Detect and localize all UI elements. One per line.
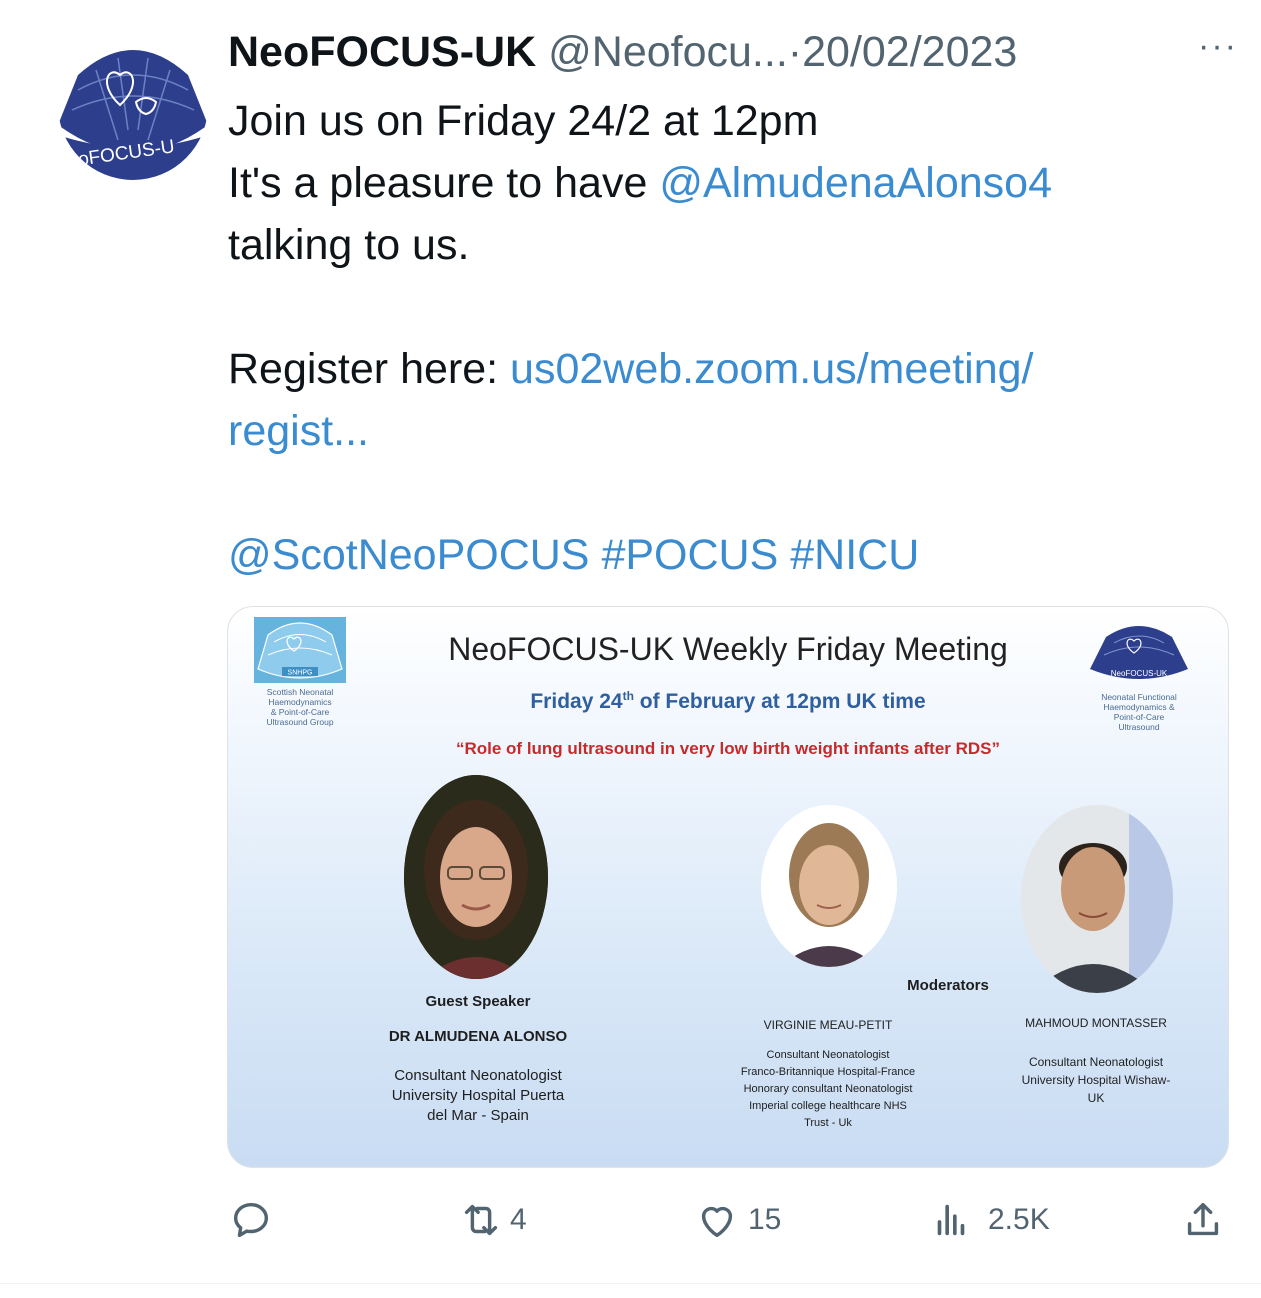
author-name[interactable]: NeoFOCUS-UK — [228, 28, 536, 76]
guest-speaker-label: Guest Speaker — [425, 993, 531, 1010]
guest-speaker-photo — [404, 775, 548, 979]
guest-line-3: del Mar - Spain — [427, 1107, 529, 1124]
moderator1-photo — [761, 805, 897, 967]
tweet-date[interactable]: 20/02/2023 — [802, 28, 1017, 76]
moderator1-name: VIRGINIE MEAU-PETIT — [763, 1018, 893, 1032]
moderator1-line-5: Trust - Uk — [804, 1117, 852, 1129]
mention-link-scotneopocus[interactable]: @ScotNeoPOCUS — [228, 531, 590, 579]
bottom-divider — [0, 1283, 1261, 1284]
author-handle[interactable]: @Neofocu... — [548, 28, 788, 76]
views-button[interactable]: 2.5K — [928, 1190, 1050, 1250]
neofocus-logo: eoFOCUS-U — [58, 30, 208, 180]
retweet-count: 4 — [510, 1203, 527, 1236]
blank-line-2 — [228, 462, 1218, 524]
views-icon — [937, 1204, 965, 1236]
moderator1-line-1: Consultant Neonatologist — [766, 1049, 890, 1061]
more-options-icon[interactable]: ··· — [1198, 20, 1238, 72]
author-avatar[interactable]: eoFOCUS-U — [58, 30, 208, 180]
poster-date-suffix: of February at 12pm UK time — [633, 690, 926, 713]
moderator2-line-1: Consultant Neonatologist — [1028, 1055, 1164, 1069]
moderator1-line-3: Honorary consultant Neonatologist — [743, 1083, 913, 1095]
mention-link-almudena[interactable]: @AlmudenaAlonso4 — [659, 159, 1052, 207]
guest-affiliation: Consultant Neonatologist University Hosp… — [358, 1066, 598, 1126]
tweet-tags-line: @ScotNeoPOCUS #POCUS #NICU — [228, 524, 1218, 586]
like-button[interactable]: 15 — [694, 1190, 781, 1250]
poster-title: NeoFOCUS-UK Weekly Friday Meeting — [448, 631, 1008, 667]
register-label: Register here: — [228, 345, 511, 393]
views-count: 2.5K — [988, 1203, 1050, 1236]
moderator2-photo — [1021, 805, 1173, 993]
tweet-text: Join us on Friday 24/2 at 12pm It's a pl… — [228, 90, 1218, 586]
tweet-line-5: Register here: us02web.zoom.us/meeting/ — [228, 338, 1218, 400]
poster-date-prefix: Friday 24 — [530, 690, 623, 713]
moderator2-line-2: University Hospital Wishaw- — [1021, 1073, 1171, 1087]
share-button[interactable] — [1180, 1190, 1226, 1250]
tweet-line-3: talking to us. — [228, 221, 470, 269]
moderator1-line-4: Imperial college healthcare NHS — [749, 1100, 907, 1112]
moderator2-affiliation: Consultant Neonatologist University Hosp… — [986, 1053, 1206, 1107]
zoom-link[interactable]: us02web.zoom.us/meeting/ — [510, 345, 1033, 393]
tweet-line-6: regist... — [228, 400, 1218, 462]
poster-date: Friday 24th of February at 12pm UK time — [228, 689, 1228, 714]
moderator2-line-3: UK — [1087, 1091, 1105, 1105]
guest-name: DR ALMUDENA ALONSO — [388, 1028, 568, 1045]
tweet-image-card[interactable]: SNHPG Scottish Neonatal Haemodynamics & … — [227, 606, 1229, 1168]
snhpg-badge: SNHPG — [288, 670, 313, 677]
poster-date-sup: th — [622, 689, 634, 703]
hashtag-nicu[interactable]: #NICU — [790, 531, 919, 579]
poster-topic: “Role of lung ultrasound in very low bir… — [455, 739, 1001, 758]
left-caption-4: Ultrasound Group — [266, 717, 334, 727]
guest-line-1: Consultant Neonatologist — [394, 1067, 562, 1084]
moderators-label: Moderators — [907, 977, 989, 994]
tweet-line-2: It's a pleasure to have @AlmudenaAlonso4 — [228, 152, 1218, 214]
zoom-link-cont[interactable]: regist... — [228, 407, 369, 455]
reply-icon — [233, 1202, 269, 1238]
moderator1-affiliation: Consultant Neonatologist Franco-Britanni… — [698, 1047, 958, 1132]
share-icon — [1187, 1202, 1219, 1236]
hashtag-pocus[interactable]: #POCUS — [601, 531, 778, 579]
tweet-header: NeoFOCUS-UK @Neofocu...·20/02/2023 ··· — [228, 26, 1238, 78]
moderator2-name: MAHMOUD MONTASSER — [1025, 1016, 1167, 1030]
moderator1-line-2: Franco-Britannique Hospital-France — [740, 1066, 916, 1078]
header-separator: · — [787, 28, 803, 76]
like-count: 15 — [748, 1203, 782, 1236]
reply-button[interactable] — [228, 1190, 274, 1250]
heart-icon — [701, 1206, 733, 1238]
tweet-action-bar: 4 15 2.5K — [228, 1190, 1228, 1250]
retweet-button[interactable]: 4 — [458, 1190, 527, 1250]
retweet-icon — [464, 1204, 498, 1236]
right-caption-4: Ultrasound — [1118, 722, 1160, 732]
tweet-line-1: Join us on Friday 24/2 at 12pm — [228, 97, 819, 145]
guest-line-2: University Hospital Puerta — [391, 1087, 565, 1104]
neofocus-badge: NeoFOCUS-UK — [1111, 669, 1168, 678]
tweet-line-2-prefix: It's a pleasure to have — [228, 159, 660, 207]
